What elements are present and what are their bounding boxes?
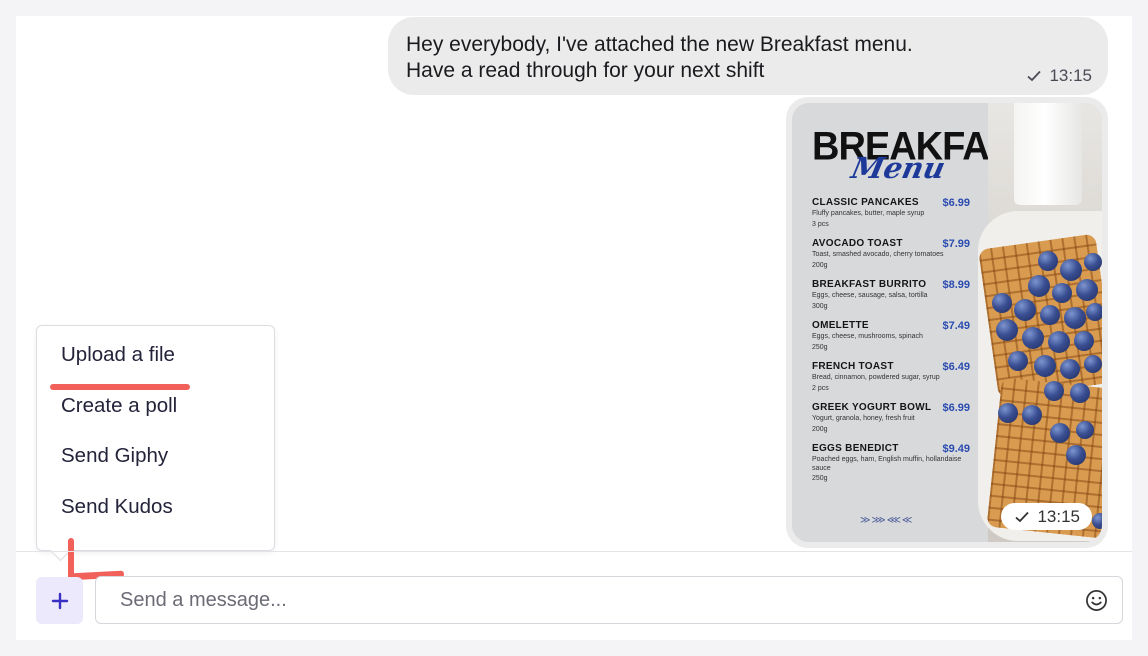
- composer-divider: [16, 551, 1132, 552]
- menu-item-desc: Toast, smashed avocado, cherry tomatoes: [812, 251, 944, 258]
- blueberry: [1070, 383, 1090, 403]
- menu-item-price: $6.99: [942, 402, 970, 414]
- menu-items: CLASSIC PANCAKES $6.99 Fluffy pancakes, …: [812, 197, 970, 484]
- blueberry: [998, 403, 1018, 423]
- menu-item-send-giphy[interactable]: Send Giphy: [37, 437, 274, 488]
- milk-bottle: [1014, 103, 1082, 205]
- menu-photo: [978, 103, 1102, 542]
- blueberry: [1060, 359, 1080, 379]
- menu-image[interactable]: BREAKFAST Menu CLASSIC PANCAKES $6.99 Fl…: [792, 103, 1102, 542]
- menu-text-panel: BREAKFAST Menu CLASSIC PANCAKES $6.99 Fl…: [792, 103, 1036, 542]
- menu-item-desc: Yogurt, granola, honey, fresh fruit: [812, 415, 915, 422]
- menu-item-price: $9.49: [942, 443, 970, 455]
- menu-item-desc: Eggs, cheese, sausage, salsa, tortilla: [812, 292, 928, 299]
- blueberry: [1092, 513, 1102, 529]
- blueberry: [1028, 275, 1050, 297]
- check-icon: [1027, 70, 1042, 82]
- menu-item-price: $8.99: [942, 279, 970, 291]
- menu-item-desc: Eggs, cheese, mushrooms, spinach: [812, 333, 923, 340]
- ornament-icon: ≫⋙⋘≪: [860, 515, 914, 526]
- blueberry: [1022, 327, 1044, 349]
- menu-script-title: Menu: [848, 151, 949, 185]
- message-time: 13:15: [1049, 66, 1092, 85]
- image-meta: 13:15: [1001, 503, 1092, 530]
- message-bubble-text[interactable]: Hey everybody, I've attached the new Bre…: [388, 17, 1108, 95]
- menu-item: GREEK YOGURT BOWL $6.99 Yogurt, granola,…: [812, 402, 970, 443]
- menu-item-price: $7.49: [942, 320, 970, 332]
- blueberry: [1022, 405, 1042, 425]
- menu-item-send-kudos[interactable]: Send Kudos: [37, 488, 274, 539]
- menu-item: AVOCADO TOAST $7.99 Toast, smashed avoca…: [812, 238, 970, 279]
- menu-item-desc: Bread, cinnamon, powdered sugar, syrup: [812, 374, 940, 381]
- blueberry: [1044, 381, 1064, 401]
- message-meta: 13:15: [1027, 66, 1092, 86]
- blueberry: [1038, 251, 1058, 271]
- menu-item-price: $6.49: [942, 361, 970, 373]
- menu-item-qty: 2 pcs: [812, 384, 829, 392]
- menu-item: FRENCH TOAST $6.49 Bread, cinnamon, powd…: [812, 361, 970, 402]
- blueberry: [1076, 421, 1094, 439]
- blueberry: [1034, 355, 1056, 377]
- blueberry: [996, 319, 1018, 341]
- menu-item: EGGS BENEDICT $9.49 Poached eggs, ham, E…: [812, 443, 970, 484]
- blueberry: [1014, 299, 1036, 321]
- menu-item-qty: 300g: [812, 302, 828, 310]
- menu-item-desc: Poached eggs, ham, English muffin, holla…: [812, 456, 962, 472]
- menu-item-qty: 3 pcs: [812, 220, 829, 228]
- menu-item-desc: Fluffy pancakes, butter, maple syrup: [812, 210, 925, 217]
- menu-item: BREAKFAST BURRITO $8.99 Eggs, cheese, sa…: [812, 279, 970, 320]
- blueberry: [1076, 279, 1098, 301]
- message-composer: [95, 576, 1123, 624]
- message-line-1: Hey everybody, I've attached the new Bre…: [406, 33, 913, 56]
- message-line-2: Have a read through for your next shift: [406, 59, 765, 82]
- blueberry: [1060, 259, 1082, 281]
- menu-item-qty: 200g: [812, 425, 828, 433]
- add-attachment-button[interactable]: [36, 577, 83, 624]
- menu-item: CLASSIC PANCAKES $6.99 Fluffy pancakes, …: [812, 197, 970, 238]
- blueberry: [1074, 331, 1094, 351]
- message-bubble-image[interactable]: BREAKFAST Menu CLASSIC PANCAKES $6.99 Fl…: [786, 97, 1108, 548]
- annotation-underline: [50, 384, 190, 390]
- blueberry: [1086, 303, 1102, 321]
- blueberry: [1066, 445, 1086, 465]
- blueberry: [992, 293, 1012, 313]
- image-time: 13:15: [1037, 506, 1080, 526]
- menu-item-upload-file[interactable]: Upload a file: [37, 336, 274, 387]
- blueberry: [1052, 283, 1072, 303]
- smiley-icon[interactable]: [1085, 589, 1108, 612]
- menu-item-qty: 250g: [812, 343, 828, 351]
- blueberry: [1084, 253, 1102, 271]
- menu-item-qty: 250g: [812, 475, 828, 482]
- attachment-menu: Upload a file Create a poll Send Giphy S…: [36, 325, 275, 551]
- blueberry: [1064, 307, 1086, 329]
- blueberry: [1040, 305, 1060, 325]
- menu-item-qty: 200g: [812, 261, 828, 269]
- menu-item: OMELETTE $7.49 Eggs, cheese, mushrooms, …: [812, 320, 970, 361]
- blueberry: [1050, 423, 1070, 443]
- menu-item-price: $6.99: [942, 197, 970, 209]
- blueberry: [1008, 351, 1028, 371]
- plus-icon: [51, 592, 68, 609]
- chat-window: Hey everybody, I've attached the new Bre…: [16, 16, 1132, 640]
- message-input[interactable]: [96, 577, 1056, 623]
- menu-item-create-poll[interactable]: Create a poll: [37, 387, 274, 438]
- menu-item-price: $7.99: [942, 238, 970, 250]
- blueberry: [1084, 355, 1102, 373]
- check-icon: [1015, 511, 1030, 522]
- blueberry: [1048, 331, 1070, 353]
